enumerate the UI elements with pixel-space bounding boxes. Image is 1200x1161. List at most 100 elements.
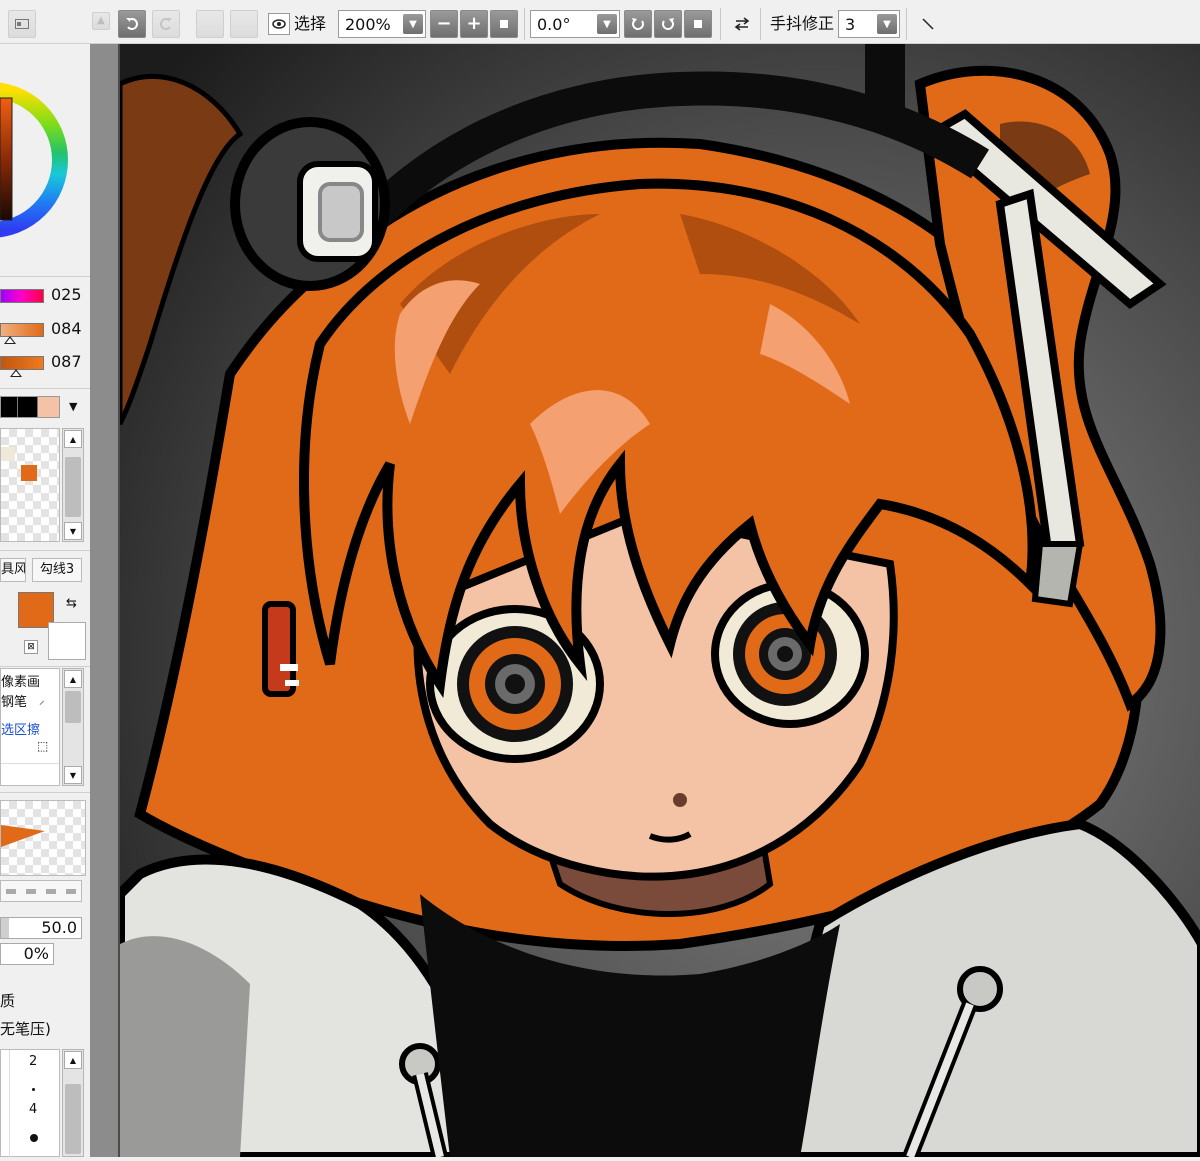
rotate-left-button[interactable]	[624, 10, 652, 38]
brush-shape-icon[interactable]	[66, 888, 76, 894]
saturation-slider-bar[interactable]	[0, 323, 44, 337]
select-label: 选择	[294, 14, 327, 33]
toolbar-separator	[760, 8, 761, 40]
tool-item-selection-eraser[interactable]: 选区擦	[1, 719, 40, 738]
scroll-up-icon[interactable]: ▲	[64, 670, 82, 688]
pen-tool-icon: ⸝	[39, 694, 45, 707]
headphone-earpiece	[230, 117, 390, 291]
chevron-down-icon: ▼	[403, 14, 423, 34]
scroll-up-icon[interactable]: ▲	[64, 430, 82, 448]
brush-size-item[interactable]: 2	[29, 1054, 37, 1069]
scroll-thumb[interactable]	[65, 457, 81, 517]
rotate-right-icon	[662, 18, 674, 30]
reset-zoom-button[interactable]	[490, 10, 518, 38]
scroll-down-icon[interactable]: ▼	[64, 766, 82, 784]
palette-swatch-orange[interactable]	[21, 465, 37, 481]
brush-size-field[interactable]: 50.0	[0, 917, 82, 939]
minus-icon: −	[436, 13, 452, 34]
chevron-down-icon[interactable]: ▼	[69, 400, 77, 413]
brush-size-scrollbar[interactable]: ▲	[62, 1049, 84, 1157]
brush-shape-icon[interactable]	[46, 888, 56, 894]
divider	[0, 666, 90, 667]
flip-horizontal-button[interactable]	[730, 10, 754, 38]
hue-value: 025	[51, 285, 82, 304]
brush-shape-icon[interactable]	[6, 888, 16, 894]
rotation-dropdown[interactable]: 0.0° ▼	[530, 10, 620, 38]
pressure-label: 无笔压)	[0, 1020, 51, 1038]
saturation-handle[interactable]	[4, 336, 16, 344]
swap-colors-icon[interactable]: ⇆	[66, 596, 77, 611]
brush-size-item[interactable]: 4	[29, 1102, 37, 1117]
left-panel: 025 084 087 ▼ ▲ ▼ 具风 勾线3 ⇆ ⊠ 像素画 钢笔 ⸝ 选区…	[0, 44, 90, 1157]
texture-label: 质	[0, 992, 16, 1010]
color-history-row[interactable]	[0, 396, 60, 418]
palette-swatch-cream[interactable]	[1, 447, 15, 461]
min-size-field[interactable]: 0%	[0, 943, 54, 965]
tool-item-pixel[interactable]: 像素画	[1, 671, 40, 690]
zoom-dropdown[interactable]: 200% ▼	[338, 10, 426, 38]
transparent-color-icon[interactable]: ⊠	[24, 640, 38, 654]
brush-shape-icon[interactable]	[26, 888, 36, 894]
brush-size-value: 50.0	[41, 918, 77, 937]
swatch-black[interactable]	[1, 397, 18, 417]
tool-list-scrollbar[interactable]: ▲ ▼	[62, 668, 84, 786]
value-slider-bar[interactable]	[0, 356, 44, 370]
square-icon	[500, 20, 508, 28]
tool-list: 像素画 钢笔 ⸝ 选区擦 ⬚	[0, 668, 60, 786]
stabilizer-value: 3	[845, 14, 856, 34]
stabilizer-dropdown[interactable]: 3 ▼	[838, 10, 900, 38]
hue-slider-bar[interactable]	[0, 289, 44, 303]
brush-dot-icon	[30, 1134, 38, 1142]
redo-button[interactable]	[152, 10, 180, 38]
hue-slider[interactable]: 025	[0, 284, 90, 308]
color-palette-grid[interactable]	[0, 428, 60, 542]
redo-icon	[160, 18, 172, 30]
saturation-slider[interactable]: 084	[0, 318, 90, 344]
value-handle[interactable]	[10, 369, 22, 377]
canvas-area[interactable]	[90, 44, 1200, 1161]
rotate-right-button[interactable]	[654, 10, 682, 38]
reset-rotation-button[interactable]	[684, 10, 712, 38]
brush-tab-2[interactable]: 勾线3	[32, 558, 82, 582]
palette-scrollbar[interactable]: ▲ ▼	[62, 428, 84, 542]
toolbar-separator	[524, 8, 525, 40]
invert-selection-button[interactable]	[230, 10, 258, 38]
character-illustration	[115, 44, 1200, 1161]
scroll-thumb[interactable]	[65, 1084, 81, 1154]
straight-line-button[interactable]	[914, 10, 942, 38]
divider	[0, 792, 90, 793]
scroll-down-icon[interactable]: ▼	[64, 522, 82, 540]
divider	[0, 550, 90, 551]
deselect-button[interactable]	[196, 10, 224, 38]
brush-shape-row[interactable]	[0, 880, 82, 902]
swatch-peach[interactable]	[38, 397, 59, 417]
saturation-value: 084	[51, 319, 82, 338]
brush-tab-1[interactable]: 具风	[0, 558, 26, 582]
undo-button[interactable]	[118, 10, 146, 38]
tool-item-pen[interactable]: 钢笔	[1, 691, 27, 710]
scroll-thumb[interactable]	[65, 691, 81, 723]
collapse-arrow-button[interactable]: ▲	[92, 12, 110, 30]
eye-icon	[272, 19, 286, 29]
value-slider[interactable]: 087	[0, 351, 90, 377]
chevron-down-icon: ▼	[877, 14, 897, 34]
toolbar-separator	[906, 8, 907, 40]
color-wheel[interactable]	[0, 50, 90, 260]
panel-toggle-button[interactable]	[8, 10, 36, 38]
square-icon	[694, 20, 702, 28]
flip-horizontal-icon	[734, 17, 750, 31]
brush-dot-icon	[32, 1088, 35, 1091]
artwork-canvas[interactable]	[115, 44, 1200, 1161]
brush-tab-1-label: 具风	[1, 562, 26, 577]
selection-visibility-toggle[interactable]	[268, 13, 290, 35]
zoom-in-button[interactable]: +	[460, 10, 488, 38]
scroll-up-icon[interactable]: ▲	[64, 1051, 82, 1069]
eraser-tool-icon: ⬚	[37, 739, 49, 753]
toolbar-separator	[720, 8, 721, 40]
sub-color-swatch[interactable]	[48, 622, 86, 660]
divider	[0, 276, 90, 277]
divider	[1, 763, 59, 764]
zoom-out-button[interactable]: −	[430, 10, 458, 38]
panel-icon	[15, 19, 29, 29]
swatch-black[interactable]	[18, 397, 38, 417]
